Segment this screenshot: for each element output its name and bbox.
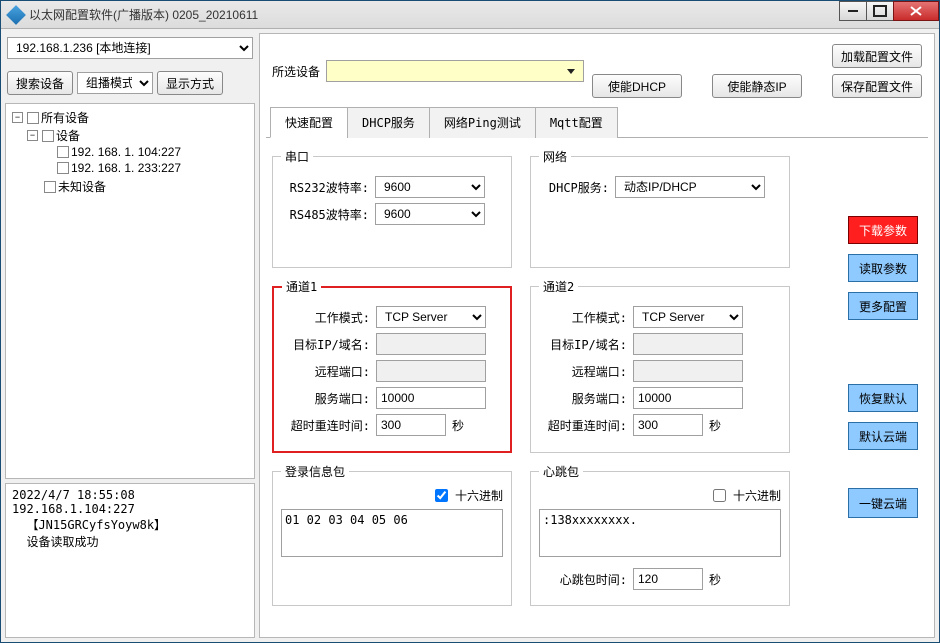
login-hex-checkbox[interactable] [435,489,448,502]
tabstrip: 快速配置 DHCP服务 网络Ping测试 Mqtt配置 [266,106,928,138]
tree-toggle-icon[interactable]: − [12,112,23,123]
heartbeat-hex-checkbox[interactable] [713,489,726,502]
window-title: 以太网配置软件(广播版本) 0205_20210611 [29,6,840,23]
tree-node-all[interactable]: 所有设备 [41,109,89,126]
ch2-mode-select[interactable]: TCP Server [633,306,743,328]
more-config-button[interactable]: 更多配置 [848,292,918,320]
checkbox[interactable] [57,162,69,174]
log-output: 2022/4/7 18:55:08 192.168.1.104:227 【JN1… [5,483,255,638]
selected-device-combo[interactable] [326,60,584,82]
heartbeat-group: 心跳包 十六进制 :138xxxxxxxx. 心跳包时间: 秒 [530,463,790,606]
login-packet-group: 登录信息包 十六进制 01 02 03 04 05 06 [272,463,512,606]
search-device-button[interactable]: 搜索设备 [7,71,73,95]
checkbox[interactable] [44,181,56,193]
tab-body: 串口 RS232波特率: 9600 RS485波特率: 9600 网络 DHCP… [266,138,928,631]
cloud-default-button[interactable]: 默认云端 [848,422,918,450]
ch1-service-port-input[interactable] [376,387,486,409]
tree-toggle-icon[interactable]: − [27,130,38,141]
tree-node-ip[interactable]: 192. 168. 1. 233:227 [71,161,181,175]
local-device-select[interactable]: 192.168.1.236 [本地连接] [7,37,253,59]
ch1-target-input [376,333,486,355]
load-config-button[interactable]: 加载配置文件 [832,44,922,68]
app-window: 以太网配置软件(广播版本) 0205_20210611 192.168.1.23… [0,0,940,643]
tree-node-ip[interactable]: 192. 168. 1. 104:227 [71,145,181,159]
rs232-baud-select[interactable]: 9600 [375,176,485,198]
dhcp-service-select[interactable]: 动态IP/DHCP [615,176,765,198]
channel2-group: 通道2 工作模式: TCP Server 目标IP/域名: 远程端口: 服务端口… [530,278,790,453]
checkbox[interactable] [27,112,39,124]
ch1-timeout-input[interactable] [376,414,446,436]
heartbeat-textarea[interactable]: :138xxxxxxxx. [539,509,781,557]
display-mode-button[interactable]: 显示方式 [157,71,223,95]
tree-node-devices[interactable]: 设备 [56,127,80,144]
tree-node-unknown[interactable]: 未知设备 [58,178,106,195]
serial-legend: 串口 [281,148,313,165]
ch1-remote-port-input [376,360,486,382]
tab-ping-test[interactable]: 网络Ping测试 [429,107,536,138]
channel1-legend: 通道1 [282,278,321,295]
heartbeat-interval-input[interactable] [633,568,703,590]
rs485-baud-select[interactable]: 9600 [375,203,485,225]
selected-device-label: 所选设备 [272,63,320,80]
restore-default-button[interactable]: 恢复默认 [848,384,918,412]
channel1-group: 通道1 工作模式: TCP Server 目标IP/域名: 远程端口: 服务端口… [272,278,512,453]
heartbeat-legend: 心跳包 [539,463,583,480]
left-pane: 192.168.1.236 [本地连接] 搜索设备 组播模式 显示方式 −所有设… [5,33,255,638]
tab-mqtt-config[interactable]: Mqtt配置 [535,107,618,138]
checkbox[interactable] [57,146,69,158]
tab-dhcp-service[interactable]: DHCP服务 [347,107,430,138]
serial-group: 串口 RS232波特率: 9600 RS485波特率: 9600 [272,148,512,268]
chevron-down-icon [567,69,575,74]
ch2-timeout-input[interactable] [633,414,703,436]
app-icon [6,5,26,25]
right-pane: 所选设备 加载配置文件 使能DHCP 使能静态IP 保存配置文件 [259,33,935,638]
ch1-mode-select[interactable]: TCP Server [376,306,486,328]
login-packet-textarea[interactable]: 01 02 03 04 05 06 [281,509,503,557]
network-legend: 网络 [539,148,571,165]
channel2-legend: 通道2 [539,278,578,295]
ch2-target-input [633,333,743,355]
mode-select[interactable]: 组播模式 [77,72,153,94]
device-tree[interactable]: −所有设备 −设备 192. 168. 1. 104:227 192. 168.… [5,103,255,479]
one-key-cloud-button[interactable]: 一键云端 [848,488,918,518]
download-params-button[interactable]: 下载参数 [848,216,918,244]
save-config-button[interactable]: 保存配置文件 [832,74,922,98]
checkbox[interactable] [42,130,54,142]
read-params-button[interactable]: 读取参数 [848,254,918,282]
minimize-button[interactable] [839,1,867,21]
maximize-button[interactable] [866,1,894,21]
login-packet-legend: 登录信息包 [281,463,349,480]
network-group: 网络 DHCP服务: 动态IP/DHCP [530,148,790,268]
ch2-service-port-input[interactable] [633,387,743,409]
enable-dhcp-button[interactable]: 使能DHCP [592,74,682,98]
ch2-remote-port-input [633,360,743,382]
tab-quick-config[interactable]: 快速配置 [270,107,348,138]
titlebar: 以太网配置软件(广播版本) 0205_20210611 [1,1,939,29]
close-button[interactable] [893,1,939,21]
enable-static-button[interactable]: 使能静态IP [712,74,802,98]
